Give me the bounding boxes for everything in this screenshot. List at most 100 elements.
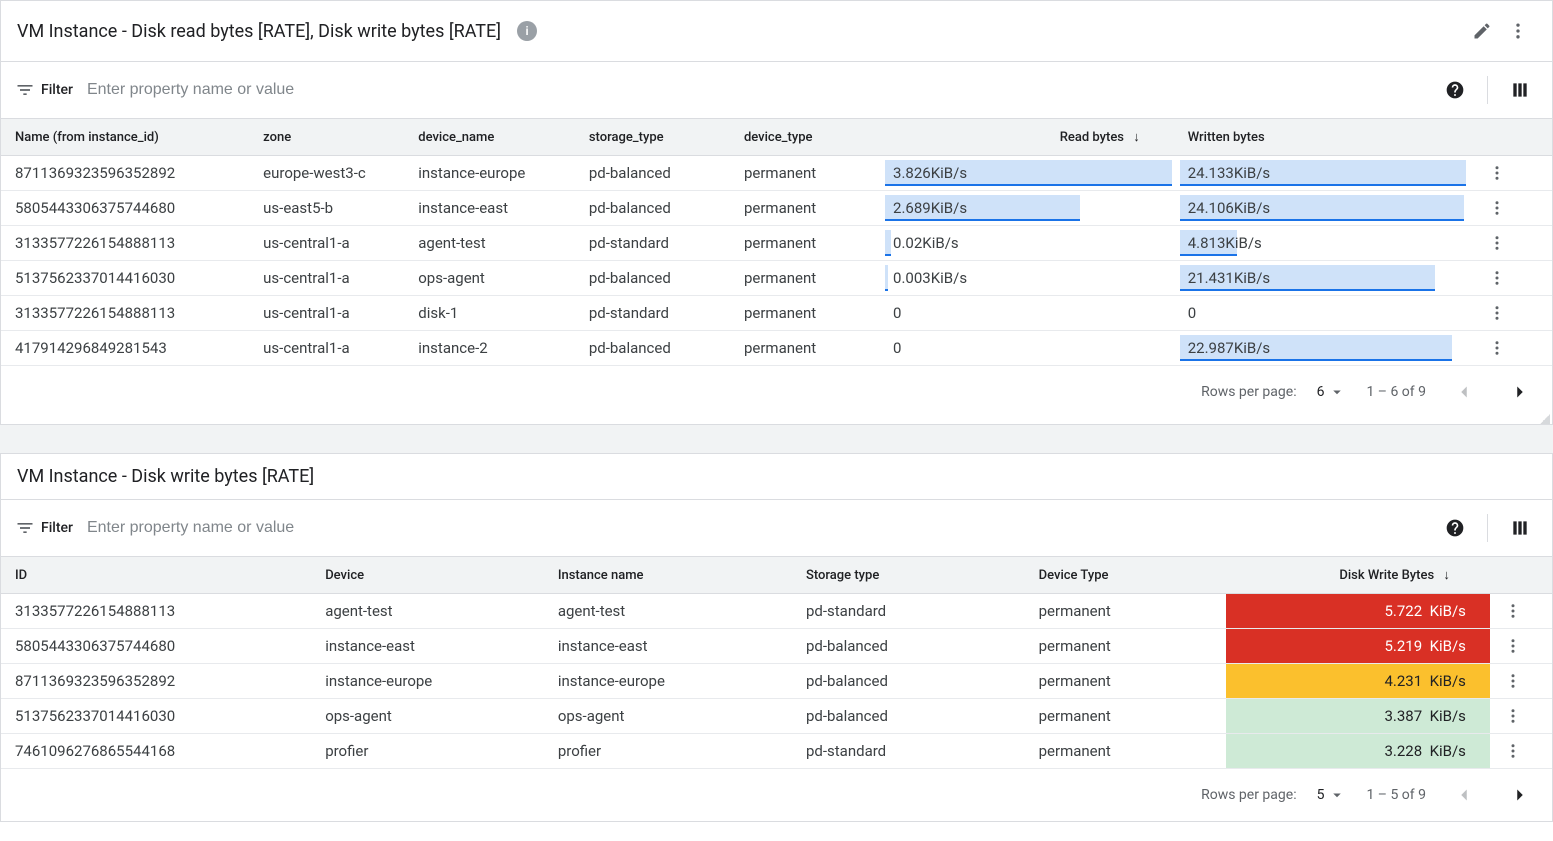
table-row[interactable]: 5805443306375744680us-east5-binstance-ea…: [1, 191, 1552, 226]
filter-input[interactable]: [85, 80, 1437, 100]
filter-bar: Filter: [1, 62, 1552, 119]
cell-name: 5805443306375744680: [1, 191, 249, 226]
col-zone[interactable]: zone: [249, 119, 404, 156]
col-dwb[interactable]: Disk Write Bytes ↓: [1226, 557, 1490, 594]
col-name[interactable]: Name (from instance_id): [1, 119, 249, 156]
prev-page-icon[interactable]: [1446, 374, 1482, 410]
filter-label: Filter: [41, 82, 73, 98]
table-row[interactable]: 417914296849281543us-central1-ainstance-…: [1, 331, 1552, 366]
row-menu-icon[interactable]: [1490, 629, 1552, 664]
rows-per-page-label: Rows per page:: [1201, 384, 1296, 400]
cell-zone: europe-west3-c: [249, 156, 404, 191]
cell-read: 2.689KiB/s: [885, 191, 1180, 226]
cell-id: 5805443306375744680: [1, 629, 311, 664]
row-menu-icon[interactable]: [1490, 699, 1552, 734]
rows-per-page-select[interactable]: 6: [1317, 383, 1347, 401]
filter-list-icon[interactable]: [15, 518, 35, 538]
col-written[interactable]: Written bytes: [1180, 119, 1475, 156]
diskio-table: Name (from instance_id) zone device_name…: [1, 119, 1552, 366]
col-device[interactable]: device_name: [404, 119, 575, 156]
row-menu-icon[interactable]: [1474, 261, 1552, 296]
col-device[interactable]: Device: [311, 557, 544, 594]
table-row[interactable]: 3133577226154888113agent-testagent-testp…: [1, 594, 1552, 629]
row-menu-icon[interactable]: [1490, 594, 1552, 629]
columns-icon[interactable]: [1502, 510, 1538, 546]
cell-zone: us-central1-a: [249, 296, 404, 331]
cell-devtype: permanent: [1025, 594, 1227, 629]
cell-devtype: permanent: [1025, 664, 1227, 699]
filter-bar: Filter: [1, 500, 1552, 557]
cell-name: 5137562337014416030: [1, 261, 249, 296]
cell-device: ops-agent: [404, 261, 575, 296]
more-vert-icon[interactable]: [1500, 13, 1536, 49]
cell-storage: pd-standard: [792, 594, 1025, 629]
col-devtype[interactable]: device_type: [730, 119, 885, 156]
row-menu-icon[interactable]: [1474, 191, 1552, 226]
cell-devtype: permanent: [730, 331, 885, 366]
table-row[interactable]: 5137562337014416030us-central1-aops-agen…: [1, 261, 1552, 296]
table-row[interactable]: 8711369323596352892europe-west3-cinstanc…: [1, 156, 1552, 191]
cell-written: 24.106KiB/s: [1180, 191, 1475, 226]
cell-devtype: permanent: [1025, 629, 1227, 664]
cell-zone: us-central1-a: [249, 226, 404, 261]
cell-read: 3.826KiB/s: [885, 156, 1180, 191]
table-row[interactable]: 3133577226154888113us-central1-adisk-1pd…: [1, 296, 1552, 331]
cell-storage: pd-balanced: [575, 261, 730, 296]
table-row[interactable]: 5137562337014416030ops-agentops-agentpd-…: [1, 699, 1552, 734]
col-devtype[interactable]: Device Type: [1025, 557, 1227, 594]
resize-handle[interactable]: [1, 418, 1552, 424]
filter-list-icon[interactable]: [15, 80, 35, 100]
cell-instance: ops-agent: [544, 699, 792, 734]
row-menu-icon[interactable]: [1490, 664, 1552, 699]
card-title: VM Instance - Disk write bytes [RATE]: [17, 466, 314, 487]
cell-written: 24.133KiB/s: [1180, 156, 1475, 191]
columns-icon[interactable]: [1502, 72, 1538, 108]
col-storage[interactable]: storage_type: [575, 119, 730, 156]
table-header-row: Name (from instance_id) zone device_name…: [1, 119, 1552, 156]
cell-storage: pd-balanced: [792, 629, 1025, 664]
table-row[interactable]: 5805443306375744680instance-eastinstance…: [1, 629, 1552, 664]
filter-label: Filter: [41, 520, 73, 536]
card-diskwrite: VM Instance - Disk write bytes [RATE] Fi…: [0, 453, 1553, 822]
next-page-icon[interactable]: [1502, 374, 1538, 410]
table-row[interactable]: 7461096276865544168profierprofierpd-stan…: [1, 734, 1552, 769]
help-icon[interactable]: [1437, 510, 1473, 546]
filter-input[interactable]: [85, 518, 1437, 538]
row-menu-icon[interactable]: [1490, 734, 1552, 769]
cell-dwb: 4.231 KiB/s: [1226, 664, 1490, 699]
cell-devtype: permanent: [730, 191, 885, 226]
cell-instance: profier: [544, 734, 792, 769]
arrow-down-icon: ↓: [1443, 568, 1450, 583]
cell-device: instance-east: [311, 629, 544, 664]
row-menu-icon[interactable]: [1474, 226, 1552, 261]
cell-device: instance-east: [404, 191, 575, 226]
col-storage[interactable]: Storage type: [792, 557, 1025, 594]
prev-page-icon[interactable]: [1446, 777, 1482, 813]
row-menu-icon[interactable]: [1474, 156, 1552, 191]
cell-device: agent-test: [404, 226, 575, 261]
cell-id: 5137562337014416030: [1, 699, 311, 734]
cell-read: 0: [885, 331, 1180, 366]
table-row[interactable]: 3133577226154888113us-central1-aagent-te…: [1, 226, 1552, 261]
row-menu-icon[interactable]: [1474, 296, 1552, 331]
col-instance[interactable]: Instance name: [544, 557, 792, 594]
edit-icon[interactable]: [1464, 13, 1500, 49]
cell-devtype: permanent: [730, 156, 885, 191]
rows-per-page-select[interactable]: 5: [1317, 786, 1347, 804]
cell-dwb: 3.228 KiB/s: [1226, 734, 1490, 769]
cell-zone: us-central1-a: [249, 261, 404, 296]
col-read[interactable]: Read bytes ↓: [885, 119, 1180, 156]
cell-written: 0: [1180, 296, 1475, 331]
cell-device: ops-agent: [311, 699, 544, 734]
cell-devtype: permanent: [1025, 734, 1227, 769]
next-page-icon[interactable]: [1502, 777, 1538, 813]
diskwrite-table: ID Device Instance name Storage type Dev…: [1, 557, 1552, 769]
info-icon[interactable]: i: [517, 21, 537, 41]
col-id[interactable]: ID: [1, 557, 311, 594]
cell-device: instance-europe: [311, 664, 544, 699]
row-menu-icon[interactable]: [1474, 331, 1552, 366]
cell-storage: pd-balanced: [575, 331, 730, 366]
cell-instance: instance-europe: [544, 664, 792, 699]
table-row[interactable]: 8711369323596352892instance-europeinstan…: [1, 664, 1552, 699]
help-icon[interactable]: [1437, 72, 1473, 108]
